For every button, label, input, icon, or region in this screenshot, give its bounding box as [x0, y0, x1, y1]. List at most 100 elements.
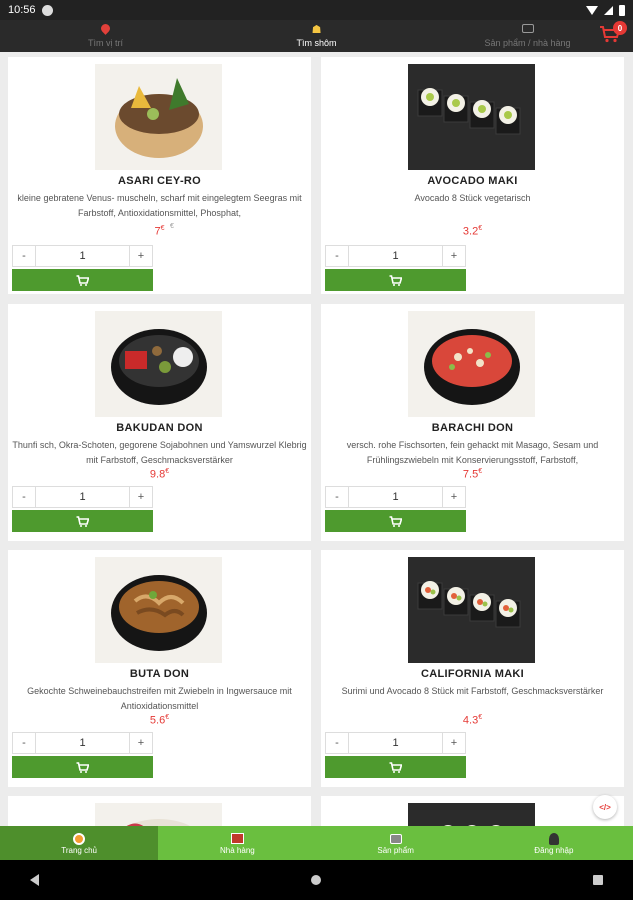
add-cart-icon — [76, 274, 89, 286]
add-to-cart-button[interactable] — [325, 756, 466, 778]
decrease-qty-button[interactable]: - — [326, 733, 348, 753]
product-price: 4.3€ — [462, 714, 483, 727]
top-nav: Tìm vị trí ☗ Tìm shôm Sản phẩm / nhà hàn… — [0, 20, 633, 52]
add-to-cart-button[interactable] — [325, 269, 466, 291]
home-icon — [73, 832, 86, 845]
quantity-value[interactable]: 1 — [348, 246, 443, 266]
increase-qty-button[interactable]: + — [443, 733, 465, 753]
product-image — [408, 803, 535, 826]
recent-apps-icon[interactable] — [593, 875, 603, 885]
quantity-value[interactable]: 1 — [35, 487, 130, 507]
tab-label: Tìm shôm — [296, 38, 337, 48]
product-card: BUTA DON Gekochte Schweinebauchstreifen … — [8, 550, 311, 787]
store-icon — [230, 833, 244, 844]
quantity-value[interactable]: 1 — [348, 733, 443, 753]
nav-label: Sản phẩm — [377, 845, 414, 855]
product-description: versch. rohe Fischsorten, fein gehackt m… — [346, 440, 599, 465]
product-image — [408, 557, 535, 663]
product-name: CALIFORNIA MAKI — [420, 668, 525, 680]
price-note: € — [170, 223, 174, 230]
user-icon — [548, 832, 559, 845]
product-card: BAKUDAN DON Thunfi sch, Okra-Schoten, ge… — [8, 304, 311, 541]
product-card: ASARI CEY-RO kleine gebratene Venus- mus… — [8, 57, 311, 294]
nav-home[interactable]: Trang chủ — [0, 826, 159, 860]
people-icon: ☗ — [311, 24, 322, 36]
battery-icon — [619, 4, 625, 16]
product-name: ASARI CEY-RO — [117, 175, 202, 187]
product-description: Surimi und Avocado 8 Stück mit Farbstoff… — [341, 686, 604, 696]
quantity-value[interactable]: 1 — [35, 246, 130, 266]
product-list: ASARI CEY-RO kleine gebratene Venus- mus… — [0, 52, 633, 826]
quantity-stepper: - 1 + — [12, 732, 153, 754]
product-price: 5.6€ — [149, 714, 170, 727]
tab-label: Sản phẩm / nhà hàng — [484, 38, 571, 48]
product-price: 7€ — [154, 225, 165, 238]
increase-qty-button[interactable]: + — [130, 733, 152, 753]
home-button-icon[interactable] — [311, 875, 321, 885]
add-to-cart-button[interactable] — [12, 269, 153, 291]
nav-label: Nhà hàng — [220, 845, 255, 855]
increase-qty-button[interactable]: + — [443, 246, 465, 266]
product-card — [8, 796, 311, 826]
nav-products[interactable]: Sản phẩm — [317, 826, 475, 860]
status-bar: 10:56 — [0, 0, 633, 20]
quantity-stepper: - 1 + — [12, 486, 153, 508]
decrease-qty-button[interactable]: - — [326, 246, 348, 266]
quantity-stepper: - 1 + — [325, 245, 466, 267]
product-name: BARACHI DON — [431, 422, 514, 434]
product-price: 3.2€ — [462, 225, 483, 238]
add-cart-icon — [76, 515, 89, 527]
product-name: BUTA DON — [129, 668, 190, 680]
product-image — [95, 803, 222, 826]
tab-find-location[interactable]: Tìm vị trí — [0, 20, 211, 52]
add-to-cart-button[interactable] — [12, 756, 153, 778]
product-card: CALIFORNIA MAKI Surimi und Avocado 8 Stü… — [321, 550, 624, 787]
decrease-qty-button[interactable]: - — [13, 246, 35, 266]
quantity-value[interactable]: 1 — [35, 733, 130, 753]
nav-label: Đăng nhập — [534, 845, 574, 855]
nav-label: Trang chủ — [61, 845, 97, 855]
cart-count-badge: 0 — [613, 21, 627, 35]
product-image — [408, 311, 535, 417]
increase-qty-button[interactable]: + — [130, 487, 152, 507]
product-image — [95, 64, 222, 170]
cart-button[interactable]: 0 — [599, 21, 627, 45]
quantity-stepper: - 1 + — [325, 732, 466, 754]
nav-restaurants[interactable]: Nhà hàng — [158, 826, 316, 860]
add-cart-icon — [389, 274, 402, 286]
box-icon — [521, 24, 534, 33]
increase-qty-button[interactable]: + — [443, 487, 465, 507]
add-to-cart-button[interactable] — [12, 510, 153, 532]
product-description: Thunfi sch, Okra-Schoten, gegorene Sojab… — [12, 440, 307, 465]
wifi-icon — [586, 5, 598, 15]
product-price: 9.8€ — [149, 468, 170, 481]
decrease-qty-button[interactable]: - — [13, 487, 35, 507]
quantity-value[interactable]: 1 — [348, 487, 443, 507]
product-description: Gekochte Schweinebauchstreifen mit Zwieb… — [27, 686, 292, 711]
signal-icon — [604, 5, 613, 15]
add-cart-icon — [389, 761, 402, 773]
code-icon[interactable]: </> — [593, 795, 617, 819]
add-cart-icon — [76, 761, 89, 773]
increase-qty-button[interactable]: + — [130, 246, 152, 266]
app-notification-icon — [41, 4, 53, 16]
tab-label: Tìm vị trí — [88, 38, 123, 48]
decrease-qty-button[interactable]: - — [326, 487, 348, 507]
product-image — [408, 64, 535, 170]
add-to-cart-button[interactable] — [325, 510, 466, 532]
tab-find-shop[interactable]: ☗ Tìm shôm — [211, 20, 422, 52]
add-cart-icon — [389, 515, 402, 527]
product-card: AVOCADO MAKI Avocado 8 Stück vegetarisch… — [321, 57, 624, 294]
product-price: 7.5€ — [462, 468, 483, 481]
product-card — [321, 796, 624, 826]
product-name: AVOCADO MAKI — [427, 175, 518, 187]
status-time: 10:56 — [8, 4, 36, 16]
decrease-qty-button[interactable]: - — [13, 733, 35, 753]
nav-login[interactable]: Đăng nhập — [475, 826, 633, 860]
back-icon[interactable] — [30, 874, 39, 886]
product-image — [95, 311, 222, 417]
product-description: kleine gebratene Venus- muscheln, scharf… — [17, 193, 302, 218]
product-description: Avocado 8 Stück vegetarisch — [414, 193, 531, 203]
quantity-stepper: - 1 + — [325, 486, 466, 508]
location-pin-icon — [99, 22, 112, 35]
